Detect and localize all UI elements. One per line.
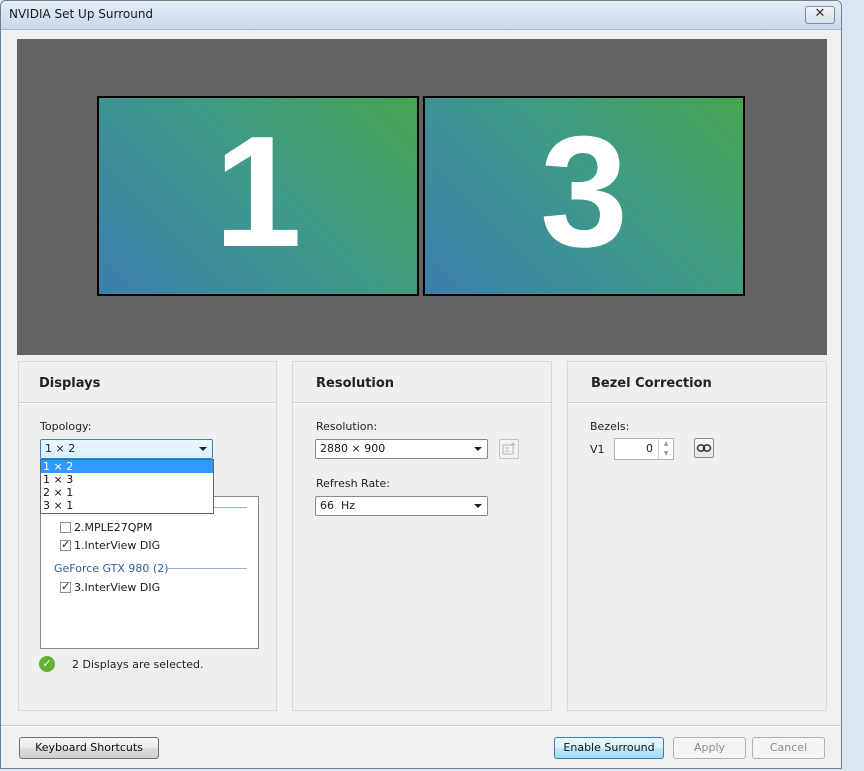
display-label: 2.MPLE27QPM (74, 521, 153, 534)
resolution-title: Resolution (316, 376, 395, 391)
bezels-label: Bezels: (590, 420, 630, 433)
chevron-down-icon (474, 504, 482, 508)
resolution-label: Resolution: (316, 420, 378, 433)
display-list[interactable]: 2.MPLE27QPM 1.InterView DIG GeForce GTX … (40, 496, 259, 649)
bezel-panel: Bezel Correction (567, 361, 827, 711)
chevron-down-icon (474, 447, 482, 451)
monitor-tile-3[interactable]: 3 (423, 96, 745, 296)
topology-option[interactable]: 1 × 2 (41, 460, 213, 473)
topology-label: Topology: (40, 420, 92, 433)
v1-bezel-stepper[interactable]: 0 ▲ ▼ (614, 438, 674, 460)
keyboard-shortcuts-button[interactable]: Keyboard Shortcuts (19, 737, 159, 759)
topology-value: 1 × 2 (45, 442, 76, 455)
link-icon (696, 444, 712, 452)
close-button[interactable]: ✕ (805, 6, 835, 24)
display-label: 3.InterView DIG (74, 581, 161, 594)
close-icon: ✕ (814, 6, 826, 21)
monitor-number: 3 (540, 104, 628, 280)
refresh-rate-value: 66 Hz (320, 499, 356, 512)
status-text: 2 Displays are selected. (72, 658, 204, 671)
refresh-rate-select[interactable]: 66 Hz (315, 496, 488, 516)
resolution-value: 2880 × 900 (320, 442, 386, 455)
chevron-down-icon (199, 447, 207, 451)
display-item-interview-3[interactable]: 3.InterView DIG (60, 580, 161, 595)
display-item-mple27qpm[interactable]: 2.MPLE27QPM (60, 521, 152, 535)
v1-label: V1 (590, 443, 605, 456)
divider (19, 402, 276, 404)
resolution-select[interactable]: 2880 × 900 (315, 439, 488, 459)
enable-surround-button[interactable]: Enable Surround (554, 737, 664, 759)
topology-option[interactable]: 1 × 3 (41, 473, 213, 486)
title-bar: NVIDIA Set Up Surround ✕ (1, 1, 841, 30)
surround-dialog: NVIDIA Set Up Surround ✕ 1 3 Displays Re… (0, 0, 842, 769)
topology-option[interactable]: 2 × 1 (41, 486, 213, 499)
stepper-up-icon[interactable]: ▲ (658, 439, 673, 449)
display-item-interview-1[interactable]: 1.InterView DIG (60, 538, 161, 553)
display-label: 1.InterView DIG (74, 539, 161, 552)
footer-divider (1, 725, 841, 727)
bezel-title: Bezel Correction (591, 376, 712, 391)
cancel-button[interactable]: Cancel (752, 737, 825, 759)
divider (293, 402, 551, 404)
divider (568, 402, 826, 404)
surround-preview: 1 3 (17, 39, 827, 355)
monitor-number: 1 (214, 104, 302, 280)
topology-dropdown-list: 1 × 2 1 × 3 2 × 1 3 × 1 (40, 459, 214, 514)
add-resolution-icon (502, 442, 516, 455)
checkbox[interactable] (60, 522, 71, 533)
group-divider (165, 568, 247, 569)
checkbox[interactable] (60, 580, 71, 594)
window-title: NVIDIA Set Up Surround (9, 7, 154, 21)
custom-resolution-button[interactable] (499, 439, 519, 459)
topology-select[interactable]: 1 × 2 (40, 439, 213, 459)
check-circle-icon: ✓ (39, 656, 55, 672)
link-bezels-button[interactable] (694, 438, 714, 458)
stepper-down-icon[interactable]: ▼ (658, 449, 673, 459)
displays-title: Displays (39, 376, 101, 391)
gpu-group-header: GeForce GTX 980 (2) (54, 562, 169, 575)
monitor-tile-1[interactable]: 1 (97, 96, 419, 296)
v1-value: 0 (646, 442, 653, 455)
resolution-panel: Resolution (292, 361, 552, 711)
apply-button[interactable]: Apply (673, 737, 746, 759)
refresh-rate-label: Refresh Rate: (316, 477, 390, 490)
topology-option[interactable]: 3 × 1 (41, 499, 213, 512)
checkbox[interactable] (60, 538, 71, 552)
